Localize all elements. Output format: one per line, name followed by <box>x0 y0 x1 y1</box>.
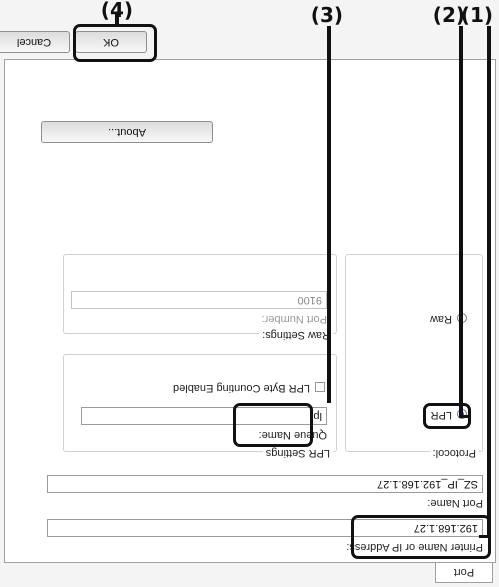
port-name-label: Port Name: <box>427 497 483 509</box>
lpr-byte-counting-label: LPR Byte Counting Enabled <box>173 382 310 394</box>
leader-line-3 <box>327 26 331 403</box>
tab-port-settings[interactable]: Port Settings <box>435 546 493 583</box>
leader-line-1-vertical <box>487 26 491 535</box>
about-button[interactable]: About... <box>41 121 213 143</box>
cancel-button[interactable]: Cancel <box>0 31 70 53</box>
lpr-byte-counting-checkbox[interactable] <box>315 382 325 392</box>
port-name-input[interactable]: SZ_IP_192.168.1.27 <box>47 475 483 493</box>
callout-2: (2) <box>432 3 465 27</box>
lpr-settings-label: LPR Settings <box>262 447 333 459</box>
protocol-label: Protocol: <box>429 447 479 459</box>
leader-line-2-vertical <box>459 26 463 415</box>
callout-4: (4) <box>100 0 133 22</box>
raw-label: Raw <box>429 313 452 325</box>
highlight-queue-name <box>233 403 313 447</box>
leader-line-1 <box>479 535 491 538</box>
port-number-input[interactable]: 9100 <box>71 291 327 309</box>
raw-settings-label: Raw Settings: <box>259 329 333 341</box>
highlight-ok-button <box>73 24 157 62</box>
highlight-printer-name <box>351 515 491 559</box>
leader-line-2 <box>459 415 471 418</box>
port-number-label: Port Number: <box>261 313 327 325</box>
callout-3: (3) <box>310 3 343 27</box>
callout-1: (1) <box>460 3 493 27</box>
